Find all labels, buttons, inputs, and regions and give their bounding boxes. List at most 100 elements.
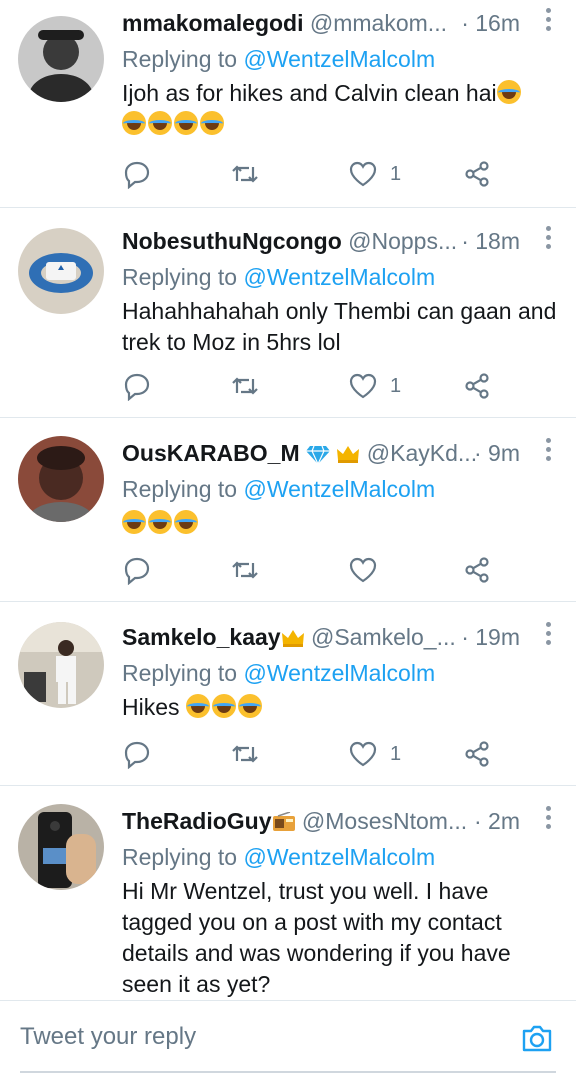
tears-of-joy-emoji: [200, 111, 224, 135]
user-handle[interactable]: @Nopps...: [348, 228, 457, 254]
gem-icon: [306, 445, 331, 464]
replying-to: Replying to @WentzelMalcolm: [122, 474, 562, 508]
like-count: 1: [390, 742, 402, 765]
mention-link[interactable]: @WentzelMalcolm: [243, 264, 435, 290]
more-vertical-icon[interactable]: [546, 622, 552, 649]
display-name[interactable]: Samkelo_kaay: [122, 624, 281, 650]
tweet-reply-2[interactable]: NobesuthuNgcongo @Nopps... · 18m Replyin…: [0, 208, 576, 418]
timestamp: · 19m: [461, 624, 520, 650]
mention-link[interactable]: @WentzelMalcolm: [243, 46, 435, 72]
like-button[interactable]: 1: [348, 734, 401, 774]
camera-icon[interactable]: [520, 1021, 554, 1055]
mention-link[interactable]: @WentzelMalcolm: [243, 844, 435, 870]
reply-button[interactable]: [122, 550, 152, 590]
reply-button[interactable]: [122, 154, 152, 194]
radio-icon: [272, 812, 295, 831]
heart-icon: [349, 373, 377, 399]
share-button[interactable]: [462, 734, 492, 774]
share-icon: [465, 557, 489, 583]
heart-icon: [349, 557, 377, 583]
share-button[interactable]: [462, 366, 492, 406]
timestamp: · 9m: [474, 440, 520, 466]
tears-of-joy-emoji: [496, 80, 521, 104]
tears-of-joy-emoji: [185, 694, 210, 718]
crown-icon: [337, 446, 360, 463]
tears-of-joy-emoji: [174, 510, 198, 534]
timestamp: · 16m: [461, 10, 520, 36]
timestamp: · 2m: [474, 808, 520, 834]
share-button[interactable]: [462, 154, 492, 194]
tears-of-joy-emoji: [148, 111, 172, 135]
retweet-icon: [232, 561, 258, 579]
replying-to: Replying to @WentzelMalcolm: [122, 44, 562, 78]
avatar[interactable]: [18, 16, 104, 102]
share-icon: [465, 741, 489, 767]
user-handle[interactable]: @Samkelo_...: [311, 624, 456, 650]
user-handle[interactable]: @mmakom...: [310, 10, 447, 36]
tweet-text-content: Ijoh as for hikes and Calvin clean hai: [122, 80, 497, 106]
timestamp: · 18m: [461, 228, 520, 254]
tweet-reply-4[interactable]: Samkelo_kaay @Samkelo_... · 19m Replying…: [0, 602, 576, 786]
more-vertical-icon[interactable]: [546, 8, 552, 35]
retweet-icon: [232, 165, 258, 183]
tweet-text: Hahahhahahah only Thembi can gaan and tr…: [122, 298, 557, 355]
tears-of-joy-emoji: [122, 111, 146, 135]
more-vertical-icon[interactable]: [546, 226, 552, 253]
like-button[interactable]: 1: [348, 154, 401, 194]
tears-of-joy-emoji: [148, 510, 172, 534]
reply-icon: [124, 557, 150, 585]
more-vertical-icon[interactable]: [546, 438, 552, 465]
heart-icon: [349, 161, 377, 187]
retweet-button[interactable]: [230, 550, 260, 590]
replying-to: Replying to @WentzelMalcolm: [122, 842, 562, 876]
mention-link[interactable]: @WentzelMalcolm: [243, 660, 435, 686]
tweet-reply-5[interactable]: TheRadioGuy @MosesNtom... · 2m Replying …: [0, 786, 576, 1000]
tweet-reply-input[interactable]: Tweet your reply: [20, 1023, 196, 1051]
input-underline: [20, 1071, 556, 1073]
avatar[interactable]: [18, 228, 104, 314]
retweet-icon: [232, 377, 258, 395]
tears-of-joy-emoji: [237, 694, 262, 718]
tears-of-joy-emoji: [211, 694, 236, 718]
reply-icon: [124, 373, 150, 401]
tweet-text: Hikes: [122, 692, 562, 723]
avatar[interactable]: [18, 804, 104, 890]
tweet-text: Ijoh as for hikes and Calvin clean hai: [122, 78, 562, 140]
reply-composer: Tweet your reply: [0, 1000, 576, 1076]
replying-prefix: Replying to: [122, 660, 244, 686]
replying-prefix: Replying to: [122, 264, 244, 290]
retweet-button[interactable]: [230, 734, 260, 774]
reply-button[interactable]: [122, 366, 152, 406]
tweet-text: Hi Mr Wentzel, trust you well. I have ta…: [122, 878, 511, 997]
like-count: 1: [390, 162, 402, 185]
replying-prefix: Replying to: [122, 476, 244, 502]
share-button[interactable]: [462, 550, 492, 590]
retweet-button[interactable]: [230, 154, 260, 194]
crown-icon: [281, 630, 304, 647]
retweet-button[interactable]: [230, 366, 260, 406]
share-icon: [465, 161, 489, 187]
tweet-text-content: Hikes: [122, 694, 180, 720]
display-name[interactable]: TheRadioGuy: [122, 808, 272, 834]
tweet-reply-1[interactable]: mmakomalegodi @mmakom... · 16m Replying …: [0, 0, 576, 208]
display-name[interactable]: NobesuthuNgcongo: [122, 228, 342, 254]
heart-icon: [349, 741, 377, 767]
tweet-reply-3[interactable]: OusKARABO_M @KayKd... · 9m Replying to @…: [0, 418, 576, 602]
user-handle[interactable]: @MosesNtom...: [302, 808, 467, 834]
display-name[interactable]: mmakomalegodi: [122, 10, 304, 36]
avatar[interactable]: [18, 436, 104, 522]
share-icon: [465, 373, 489, 399]
more-vertical-icon[interactable]: [546, 806, 552, 833]
replying-prefix: Replying to: [122, 46, 244, 72]
like-button[interactable]: [348, 550, 390, 590]
tears-of-joy-emoji: [174, 111, 198, 135]
avatar[interactable]: [18, 622, 104, 708]
user-handle[interactable]: @KayKd...: [367, 440, 477, 466]
mention-link[interactable]: @WentzelMalcolm: [243, 476, 435, 502]
replying-prefix: Replying to: [122, 844, 244, 870]
tweet-text: [122, 508, 562, 539]
display-name[interactable]: OusKARABO_M: [122, 440, 300, 466]
like-count: 1: [390, 374, 402, 397]
reply-button[interactable]: [122, 734, 152, 774]
like-button[interactable]: 1: [348, 366, 401, 406]
